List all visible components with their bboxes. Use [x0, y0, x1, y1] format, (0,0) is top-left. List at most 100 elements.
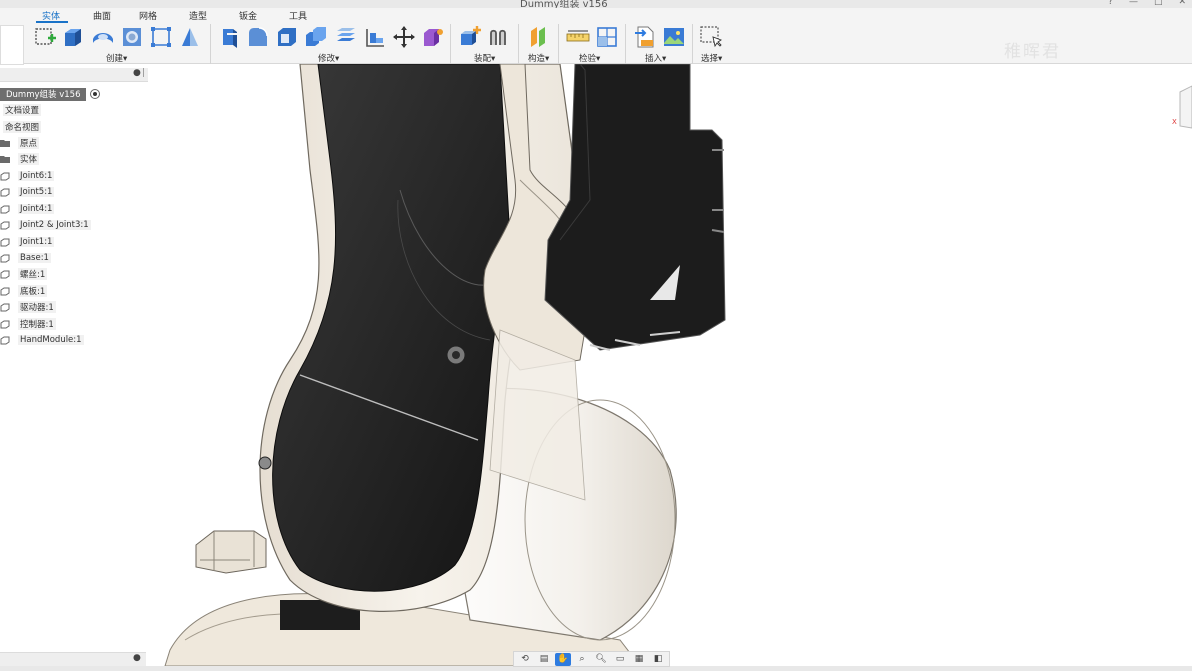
- 3d-viewport[interactable]: X: [148, 64, 1192, 666]
- browser-handle-icon[interactable]: |: [142, 68, 145, 78]
- group-construct-label[interactable]: 构造▾: [528, 52, 549, 64]
- browser-item-component[interactable]: 螺丝:1: [0, 267, 48, 281]
- browser-item-component[interactable]: HandModule:1: [0, 333, 84, 347]
- folder-icon: [0, 156, 10, 163]
- separator: [518, 24, 519, 64]
- grid-icon[interactable]: ▦: [631, 653, 647, 666]
- ribbon-tabs: 实体 曲面 网格 造型 钣金 工具: [0, 8, 330, 23]
- pan-icon[interactable]: ✋: [555, 652, 571, 666]
- separator: [450, 24, 451, 64]
- watermark: 稚晖君: [1004, 42, 1061, 62]
- separator: [558, 24, 559, 64]
- browser-item-component[interactable]: 控制器:1: [0, 317, 56, 331]
- browser-header: ● |: [0, 68, 148, 82]
- extrude-icon[interactable]: [61, 25, 85, 49]
- sweep-icon[interactable]: [91, 25, 115, 49]
- browser-tree: Dummy组装 v156 文档设置 命名视图 原点 实体 Joint6:1 Jo…: [0, 86, 148, 356]
- active-tab-indicator: [36, 21, 68, 23]
- maximize-icon[interactable]: □: [1154, 0, 1163, 7]
- root-component-label[interactable]: Dummy组装 v156: [0, 87, 87, 101]
- minimize-icon[interactable]: —: [1129, 0, 1138, 7]
- browser-item-bodies[interactable]: 实体: [0, 152, 40, 166]
- component-icon: [0, 270, 10, 279]
- browser-item-document-settings[interactable]: 文档设置: [0, 103, 42, 117]
- browser-item-component[interactable]: 驱动器:1: [0, 300, 56, 314]
- browser-item-component[interactable]: Joint2 & Joint3:1: [0, 218, 91, 232]
- folder-icon: [0, 140, 10, 147]
- component-icon: [0, 303, 10, 312]
- component-icon: [0, 188, 10, 197]
- combine-icon[interactable]: [304, 25, 328, 49]
- orbit-icon[interactable]: ⟲: [517, 653, 533, 666]
- offset-face-icon[interactable]: [334, 25, 358, 49]
- tab-form[interactable]: 造型: [189, 9, 207, 22]
- fillet-icon[interactable]: [246, 25, 270, 49]
- component-icon: [0, 254, 10, 263]
- window-controls: ? — □ ✕: [1108, 0, 1186, 7]
- browser-item-component[interactable]: Joint6:1: [0, 169, 55, 183]
- component-icon: [0, 172, 10, 181]
- insert-canvas-icon[interactable]: [662, 25, 686, 49]
- browser-item-label: 命名视图: [3, 121, 42, 133]
- title-bar: Dummy组装 v156 ? — □ ✕: [0, 0, 1192, 10]
- separator: [692, 24, 693, 64]
- select-icon[interactable]: [699, 25, 723, 49]
- move-icon[interactable]: [392, 25, 416, 49]
- tab-surface[interactable]: 曲面: [93, 9, 111, 22]
- workspace-switcher[interactable]: [0, 25, 24, 65]
- look-at-icon[interactable]: ▤: [536, 653, 552, 666]
- mirror-icon[interactable]: [178, 25, 202, 49]
- align-icon[interactable]: [363, 25, 387, 49]
- browser-item-component[interactable]: 底板:1: [0, 284, 48, 298]
- browser-item-label: 文档设置: [3, 104, 42, 116]
- group-modify-label[interactable]: 修改▾: [318, 52, 339, 64]
- group-assemble-label[interactable]: 装配▾: [474, 52, 495, 64]
- component-icon: [0, 238, 10, 247]
- fusion-window: { "window": { "title": "Dummy组装 v156" },…: [0, 0, 1192, 671]
- new-component-icon[interactable]: [458, 25, 482, 49]
- viewcube[interactable]: X: [1172, 85, 1192, 129]
- comments-toggle-icon[interactable]: ●: [133, 653, 141, 663]
- browser-item-component[interactable]: Base:1: [0, 251, 51, 265]
- press-pull-icon[interactable]: [217, 25, 241, 49]
- browser-item-component[interactable]: Joint1:1: [0, 235, 55, 249]
- group-insert-label[interactable]: 插入▾: [645, 52, 666, 64]
- component-icon: [0, 336, 10, 345]
- joint-icon[interactable]: [487, 25, 511, 49]
- component-icon: [0, 320, 10, 329]
- browser-item-component[interactable]: Joint5:1: [0, 185, 55, 199]
- tab-tools[interactable]: 工具: [289, 9, 307, 22]
- separator: [625, 24, 626, 64]
- offset-plane-icon[interactable]: [527, 25, 551, 49]
- pattern-icon[interactable]: [149, 25, 173, 49]
- browser-toggle-icon[interactable]: ●: [133, 68, 141, 78]
- browser-item-origin[interactable]: 原点: [0, 136, 40, 150]
- tab-mesh[interactable]: 网格: [139, 9, 157, 22]
- activate-radio-icon[interactable]: [89, 88, 101, 100]
- tab-sheetmetal[interactable]: 钣金: [239, 9, 257, 22]
- zoom-icon[interactable]: 🔍︎: [593, 653, 609, 666]
- comments-panel: ●: [0, 652, 146, 666]
- group-inspect-label[interactable]: 检验▾: [579, 52, 600, 64]
- zoom-window-icon[interactable]: ⌕: [574, 653, 590, 666]
- navigation-bar: ⟲ ▤ ✋ ⌕ 🔍︎ ▭ ▦ ◧: [513, 651, 670, 667]
- viewports-icon[interactable]: ◧: [650, 653, 666, 666]
- appearance-icon[interactable]: [421, 25, 445, 49]
- browser-item-component[interactable]: Joint4:1: [0, 202, 55, 216]
- display-settings-icon[interactable]: ▭: [612, 653, 628, 666]
- help-icon[interactable]: ?: [1108, 0, 1113, 7]
- shell-icon[interactable]: [275, 25, 299, 49]
- section-analysis-icon[interactable]: [595, 25, 619, 49]
- create-sketch-icon[interactable]: [33, 25, 57, 49]
- component-icon: [0, 205, 10, 214]
- group-create-label[interactable]: 创建▾: [106, 52, 127, 64]
- measure-icon[interactable]: [566, 25, 590, 49]
- close-icon[interactable]: ✕: [1178, 0, 1186, 7]
- insert-svg-icon[interactable]: [633, 25, 657, 49]
- toolbar-ribbon: 实体 曲面 网格 造型 钣金 工具 创建▾ 修改▾ 装配▾ 构造▾ 检验▾ 插入…: [0, 8, 1192, 65]
- browser-item-named-views[interactable]: 命名视图: [0, 120, 42, 134]
- browser-root-row[interactable]: Dummy组装 v156: [0, 87, 101, 101]
- group-select-label[interactable]: 选择▾: [701, 52, 722, 64]
- svg-text:X: X: [1172, 118, 1177, 126]
- hole-icon[interactable]: [120, 25, 144, 49]
